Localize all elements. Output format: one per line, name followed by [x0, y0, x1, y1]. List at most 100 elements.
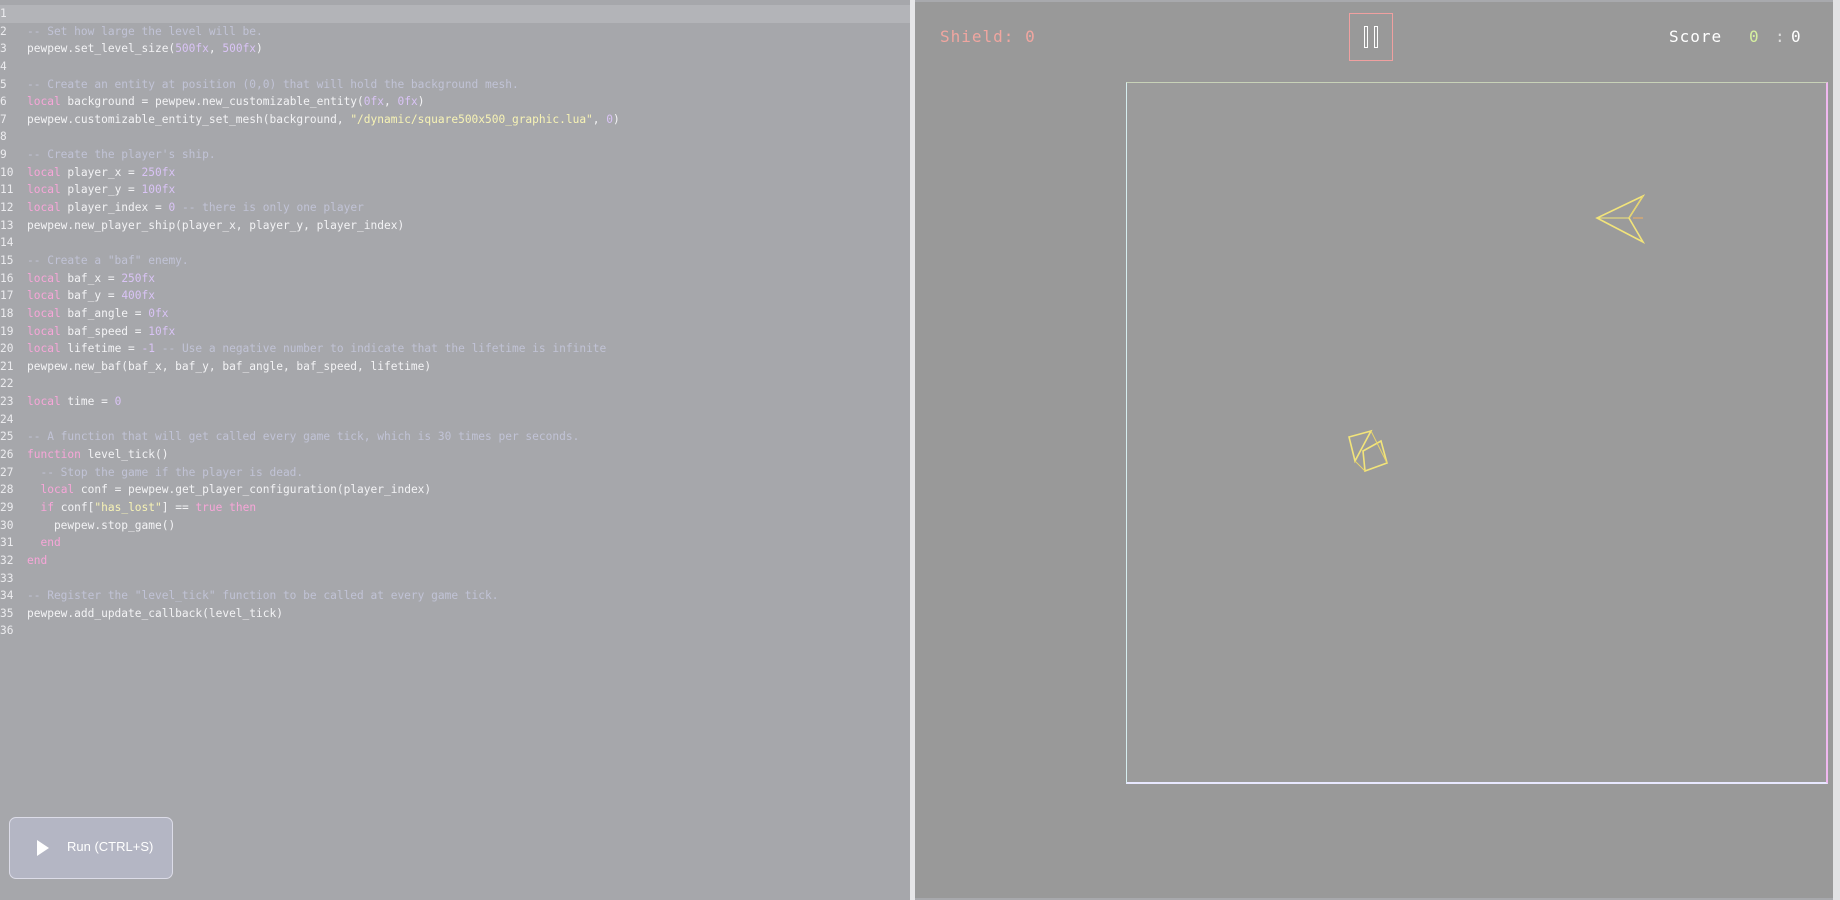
line-number: 14 — [0, 236, 14, 250]
code-line[interactable]: 26 function level_tick() — [0, 446, 910, 464]
code-line[interactable]: 4 — [0, 58, 910, 76]
code-lines[interactable]: 1 2 -- Set how large the level will be. 3 pe… — [0, 5, 910, 640]
code-token: if — [40, 500, 54, 514]
line-number: 29 — [0, 500, 14, 514]
code-line[interactable]: 5 -- Create an entity at position (0,0) t… — [0, 76, 910, 94]
run-button[interactable]: Run (CTRL+S) — [9, 817, 173, 879]
code-token: 0fx — [397, 95, 418, 109]
code-token: local — [27, 306, 61, 320]
code-line[interactable]: 10 local player_x = 250fx — [0, 164, 910, 182]
code-line[interactable]: 36 — [0, 622, 910, 640]
line-number: 8 — [0, 130, 7, 144]
code-line[interactable]: 30 pewpew.stop_game() — [0, 517, 910, 535]
code-token: pewpew.customizable_entity_set_mesh(back… — [27, 112, 351, 126]
code-token: ) — [256, 42, 263, 56]
code-line[interactable]: 24 — [0, 411, 910, 429]
code-token: -- Use a negative number to indicate tha… — [155, 342, 607, 356]
line-number: 7 — [0, 112, 7, 126]
code-token: -- Create a "baf" enemy. — [27, 253, 189, 267]
code-line[interactable]: 16 local baf_x = 250fx — [0, 270, 910, 288]
line-number: 35 — [0, 606, 14, 620]
code-token: player_x = — [60, 165, 142, 179]
code-line[interactable]: 8 — [0, 128, 910, 146]
code-line[interactable]: 33 — [0, 570, 910, 588]
line-number: 12 — [0, 201, 14, 215]
code-token: time = — [60, 395, 115, 409]
code-line[interactable]: 23 local time = 0 — [0, 393, 910, 411]
code-line[interactable]: 32 end — [0, 552, 910, 570]
code-line[interactable]: 12 local player_index = 0 -- there is onl… — [0, 199, 910, 217]
code-line[interactable]: 9 -- Create the player's ship. — [0, 146, 910, 164]
code-line[interactable]: 27 -- Stop the game if the player is dea… — [0, 464, 910, 482]
line-number: 23 — [0, 395, 14, 409]
code-line[interactable]: 2 -- Set how large the level will be. — [0, 23, 910, 41]
code-line[interactable]: 21 pewpew.new_baf(baf_x, baf_y, baf_angle… — [0, 358, 910, 376]
code-token: , — [208, 42, 223, 56]
line-text: pewpew.new_player_ship(player_x, player_… — [27, 217, 404, 235]
code-token: pewpew.new_player_ship(player_x, player_… — [27, 218, 405, 232]
line-text: pewpew.set_level_size(500fx, 500fx) — [27, 40, 263, 58]
code-token: pewpew.new_baf(baf_x, baf_y, baf_angle, … — [27, 359, 432, 373]
line-number: 22 — [0, 377, 14, 391]
code-token: background = pewpew.new_customizable_ent… — [60, 95, 364, 109]
line-number: 28 — [0, 483, 14, 497]
play-icon — [37, 840, 49, 856]
code-line[interactable]: 6 local background = pewpew.new_customiza… — [0, 93, 910, 111]
code-token: -1 — [141, 342, 155, 356]
code-line[interactable]: 13 pewpew.new_player_ship(player_x, playe… — [0, 217, 910, 235]
line-text: local baf_x = 250fx — [27, 270, 155, 288]
line-number: 36 — [0, 624, 14, 638]
code-line[interactable]: 22 — [0, 375, 910, 393]
code-line[interactable]: 14 — [0, 234, 910, 252]
code-token: local — [27, 324, 61, 338]
line-text: local player_y = 100fx — [27, 181, 175, 199]
code-token: 250fx — [141, 165, 176, 179]
app-root: 1 2 -- Set how large the level will be. 3 pe… — [0, 0, 1840, 900]
code-line[interactable]: 3 pewpew.set_level_size(500fx, 500fx) — [0, 40, 910, 58]
code-line[interactable]: 1 — [0, 5, 910, 23]
code-line[interactable]: 31 end — [0, 534, 910, 552]
code-editor[interactable]: 1 2 -- Set how large the level will be. 3 pe… — [0, 0, 910, 900]
code-token: conf = pewpew.get_player_configuration(p… — [74, 483, 432, 497]
line-number: 5 — [0, 77, 7, 91]
code-token: local — [27, 95, 61, 109]
code-token: end — [27, 553, 48, 567]
code-line[interactable]: 34 -- Register the "level_tick" function … — [0, 587, 910, 605]
line-number: 20 — [0, 342, 14, 356]
code-token: 0 — [114, 395, 122, 409]
code-line[interactable]: 15 -- Create a "baf" enemy. — [0, 252, 910, 270]
code-line[interactable]: 29 if conf["has_lost"] == true then — [0, 499, 910, 517]
pause-button[interactable] — [1349, 13, 1393, 61]
code-token: local — [27, 342, 61, 356]
code-token: "has_lost" — [94, 500, 162, 514]
line-text: pewpew.new_baf(baf_x, baf_y, baf_angle, … — [27, 358, 431, 376]
page-scrollbar[interactable] — [1833, 0, 1840, 900]
code-token: baf_speed = — [60, 324, 149, 338]
code-token: local — [27, 183, 61, 197]
code-token: -- Create the player's ship. — [27, 148, 216, 162]
code-line[interactable]: 19 local baf_speed = 10fx — [0, 323, 910, 341]
code-token: ) — [417, 95, 425, 109]
line-text: -- Create an entity at position (0,0) th… — [27, 76, 519, 94]
code-line[interactable]: 18 local baf_angle = 0fx — [0, 305, 910, 323]
line-text: -- A function that will get called every… — [27, 428, 579, 446]
code-line[interactable]: 7 pewpew.customizable_entity_set_mesh(bac… — [0, 111, 910, 129]
code-line[interactable]: 25 -- A function that will get called eve… — [0, 428, 910, 446]
code-line[interactable]: 28 local conf = pewpew.get_player_config… — [0, 481, 910, 499]
code-line[interactable]: 35 pewpew.add_update_callback(level_tick) — [0, 605, 910, 623]
line-text: local baf_y = 400fx — [27, 287, 155, 305]
line-number: 25 — [0, 430, 14, 444]
code-token: pewpew.set_level_size( — [27, 42, 176, 56]
line-number: 24 — [0, 412, 14, 426]
code-token: 250fx — [121, 271, 155, 285]
game-view[interactable]: Shield: 0 Score 0 : 0 — [915, 2, 1833, 898]
code-token: -- Set how large the level will be. — [27, 24, 263, 38]
line-number: 33 — [0, 571, 14, 585]
code-line[interactable]: 20 local lifetime = -1 -- Use a negative … — [0, 340, 910, 358]
code-line[interactable]: 17 local baf_y = 400fx — [0, 287, 910, 305]
line-text: pewpew.customizable_entity_set_mesh(back… — [27, 111, 620, 129]
line-number: 13 — [0, 218, 14, 232]
code-token: local — [27, 271, 61, 285]
code-line[interactable]: 11 local player_y = 100fx — [0, 181, 910, 199]
